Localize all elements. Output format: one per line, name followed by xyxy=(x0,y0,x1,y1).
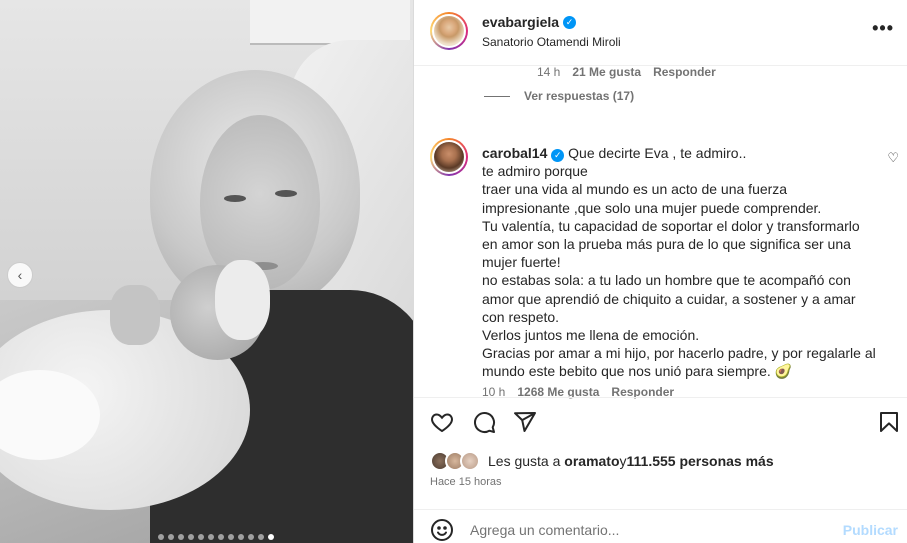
photo-frame xyxy=(250,0,410,45)
comment-text-1: Que decirte Eva , te admiro.. xyxy=(568,145,747,161)
likes-prefix: Les gusta a xyxy=(488,453,561,469)
heart-icon[interactable] xyxy=(430,410,454,439)
publish-button[interactable]: Publicar xyxy=(843,522,898,538)
post-timestamp[interactable]: Hace 15 horas xyxy=(430,476,502,488)
comment-likes[interactable]: 21 Me gusta xyxy=(572,65,641,79)
view-replies-button[interactable]: Ver respuestas (17) xyxy=(484,89,634,103)
carousel-dot xyxy=(227,534,234,540)
verified-icon: ✓ xyxy=(551,148,565,162)
likes-summary: Les gusta a oramato y 111.555 personas m… xyxy=(430,451,774,471)
liker-username[interactable]: oramato xyxy=(564,453,619,469)
comment-text-4: Tu valentía, tu capacidad de soportar el… xyxy=(482,217,860,271)
commenter-avatar[interactable] xyxy=(430,138,468,176)
comment-like-icon[interactable]: ♡ xyxy=(887,150,899,166)
post-side-panel: evabargiela ✓ Sanatorio Otamendi Miroli … xyxy=(413,0,907,543)
comment-text-5: no estabas sola: a tu lado un hombre que… xyxy=(482,272,856,325)
post-header: evabargiela ✓ Sanatorio Otamendi Miroli … xyxy=(414,0,907,66)
photo-baby-hand xyxy=(110,285,160,345)
carousel-dot xyxy=(177,534,184,540)
action-bar xyxy=(414,397,907,452)
replies-divider xyxy=(484,95,510,97)
comment-text-2: te admiro porque xyxy=(482,163,588,180)
author-username[interactable]: evabargiela xyxy=(482,14,559,30)
post-location[interactable]: Sanatorio Otamendi Miroli xyxy=(482,35,621,49)
carousel-prev-button[interactable]: ‹ xyxy=(7,262,33,288)
carousel-dot xyxy=(237,534,244,540)
carousel-dot xyxy=(197,534,204,540)
smiley-icon[interactable] xyxy=(430,518,454,542)
verified-icon: ✓ xyxy=(563,15,577,29)
carousel-dot xyxy=(247,534,254,540)
carousel-dot xyxy=(207,534,214,540)
view-replies-label: Ver respuestas (17) xyxy=(524,89,635,103)
carousel-dot xyxy=(157,534,164,540)
share-icon[interactable] xyxy=(513,410,537,439)
post-photo[interactable]: ‹ xyxy=(0,0,413,543)
bookmark-icon[interactable] xyxy=(877,410,901,439)
carousel-dot xyxy=(217,534,224,540)
photo-baby-hat xyxy=(215,260,270,340)
comment-input[interactable] xyxy=(470,518,830,542)
likes-middle: y xyxy=(619,453,627,469)
carousel-dot xyxy=(167,534,174,540)
comment-time: 14 h xyxy=(537,65,561,79)
comment-line-1: carobal14 ✓ Que decirte Eva , te admiro.… xyxy=(482,144,877,162)
comment-text-3: traer una vida al mundo es un acto de un… xyxy=(482,181,822,216)
carousel-dot xyxy=(187,534,194,540)
likes-count[interactable]: 111.555 personas más xyxy=(627,453,774,469)
more-options-icon[interactable]: ••• xyxy=(872,18,894,39)
liker-avatars[interactable] xyxy=(430,451,480,471)
comment-body: carobal14 ✓ Que decirte Eva , te admiro.… xyxy=(482,144,877,381)
comment-icon[interactable] xyxy=(472,410,496,439)
photo-eye-left xyxy=(224,195,246,202)
avatar[interactable] xyxy=(430,12,468,50)
prev-comment-meta: 14 h 21 Me gusta Responder xyxy=(537,65,716,79)
commenter-username[interactable]: carobal14 xyxy=(482,145,547,161)
comment-text-6: Verlos juntos me llena de emoción. xyxy=(482,327,700,344)
reply-button[interactable]: Responder xyxy=(653,65,716,79)
carousel-dots xyxy=(0,534,413,540)
comment-composer: Publicar xyxy=(414,509,907,543)
carousel-dot xyxy=(257,534,264,540)
post-author: evabargiela ✓ xyxy=(482,14,577,30)
comment-text-7: Gracias por amar a mi hijo, por hacerlo … xyxy=(482,345,876,380)
carousel-dot xyxy=(267,534,274,540)
chevron-left-icon: ‹ xyxy=(17,267,23,283)
photo-eye-right xyxy=(275,190,297,197)
